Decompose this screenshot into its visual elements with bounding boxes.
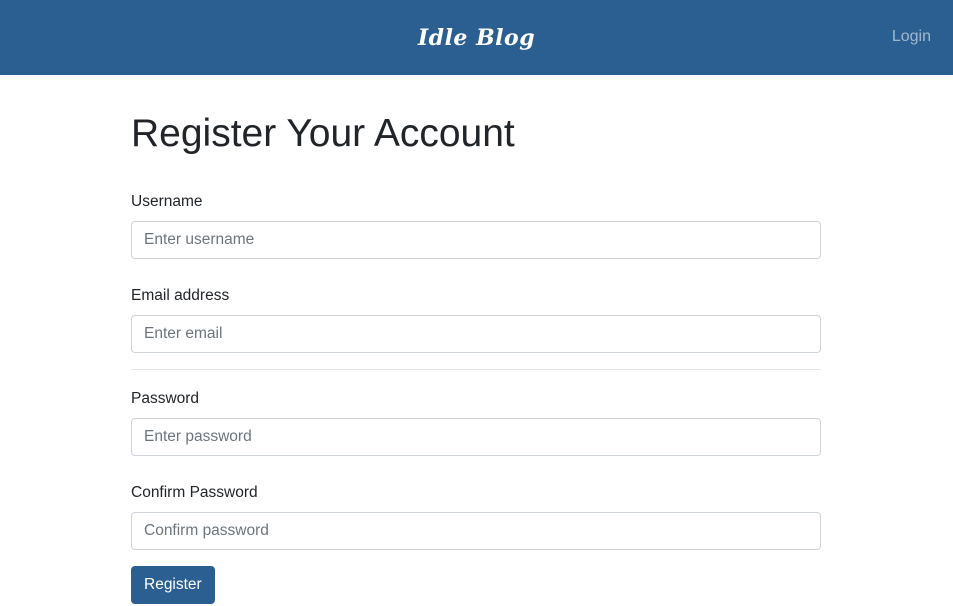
navbar: Idle Blog Login <box>0 0 953 75</box>
username-group: Username <box>131 192 821 259</box>
brand-logo[interactable]: Idle Blog <box>418 25 535 51</box>
form-divider <box>131 369 821 370</box>
register-button[interactable]: Register <box>131 566 215 604</box>
confirm-password-input[interactable] <box>131 512 821 550</box>
email-label: Email address <box>131 287 230 304</box>
brand-container: Idle Blog <box>0 0 953 75</box>
password-label: Password <box>131 390 200 407</box>
email-group: Email address <box>131 286 821 353</box>
password-input[interactable] <box>131 418 821 456</box>
confirm-password-label: Confirm Password <box>131 484 258 501</box>
username-input[interactable] <box>131 221 821 259</box>
register-form: Username Email address Password Confirm … <box>131 192 821 604</box>
login-link[interactable]: Login <box>892 28 931 46</box>
username-label: Username <box>131 193 203 210</box>
page-title: Register Your Account <box>131 112 515 155</box>
confirm-password-group: Confirm Password <box>131 483 821 550</box>
register-container: Register Your Account Username Email add… <box>131 75 821 604</box>
email-input[interactable] <box>131 315 821 353</box>
password-group: Password <box>131 389 821 456</box>
submit-row: Register <box>131 566 821 604</box>
